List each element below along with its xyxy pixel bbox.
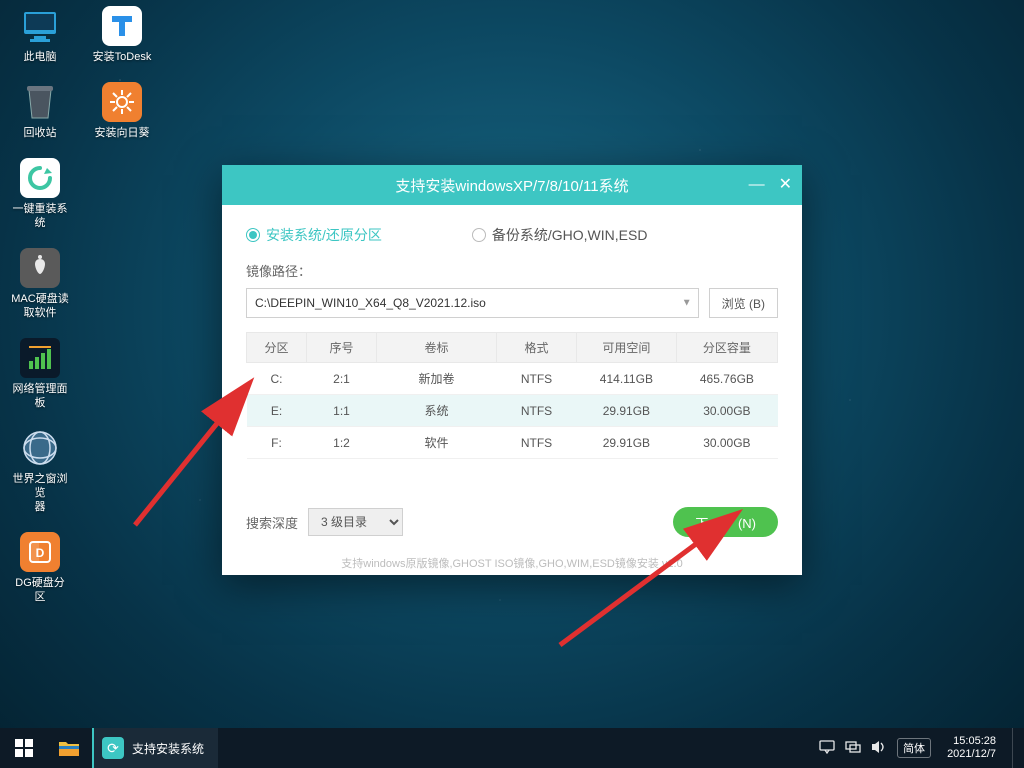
taskbar: ⟳ 支持安装系统 简体 15:05:28 2021/12/7: [0, 728, 1024, 768]
tray-action-center-icon[interactable]: [819, 740, 835, 757]
desktop-icon-label: 此电脑: [24, 50, 57, 64]
taskbar-app-icon: ⟳: [102, 737, 124, 759]
radio-label: 备份系统/GHO,WIN,ESD: [492, 225, 648, 245]
th-size: 分区容量: [676, 333, 777, 363]
tray-volume-icon[interactable]: [871, 740, 887, 757]
image-path-combo[interactable]: C:\DEEPIN_WIN10_X64_Q8_V2021.12.iso ▼: [246, 288, 699, 318]
table-row[interactable]: E: 1:1 系统 NTFS 29.91GB 30.00GB: [247, 395, 778, 427]
system-tray: 简体 15:05:28 2021/12/7: [819, 728, 1024, 768]
table-row[interactable]: F: 1:2 软件 NTFS 29.91GB 30.00GB: [247, 427, 778, 459]
dropdown-icon[interactable]: ▼: [682, 298, 692, 309]
table-row[interactable]: C: 2:1 新加卷 NTFS 414.11GB 465.76GB: [247, 363, 778, 395]
th-free: 可用空间: [577, 333, 677, 363]
desktop-icon-sunflower[interactable]: 安装向日葵: [92, 82, 152, 140]
desktop-icon-theworld-browser[interactable]: 世界之窗浏览 器: [10, 428, 70, 514]
window-title: 支持安装windowsXP/7/8/10/11系统: [395, 175, 628, 196]
table-header-row: 分区 序号 卷标 格式 可用空间 分区容量: [247, 333, 778, 363]
desktop-icon-this-pc[interactable]: 此电脑: [10, 6, 70, 64]
browse-button[interactable]: 浏览 (B): [709, 288, 778, 318]
desktop-icon-todesk[interactable]: 安装ToDesk: [92, 6, 152, 64]
desktop-icon-label: 安装向日葵: [95, 126, 150, 140]
minimize-button[interactable]: —: [749, 177, 765, 193]
taskbar-app-label: 支持安装系统: [132, 740, 204, 757]
image-path-value: C:\DEEPIN_WIN10_X64_Q8_V2021.12.iso: [255, 296, 486, 310]
radio-install-restore[interactable]: 安装系统/还原分区: [246, 225, 382, 245]
desktop-icon-dg-partition[interactable]: D DG硬盘分区: [10, 532, 70, 604]
installer-window: 支持安装windowsXP/7/8/10/11系统 — ✕ 安装系统/还原分区 …: [222, 165, 802, 575]
desktop-icon-network-panel[interactable]: 网络管理面板: [10, 338, 70, 410]
radio-label: 安装系统/还原分区: [266, 225, 382, 245]
image-path-label: 镜像路径：: [246, 261, 778, 280]
titlebar[interactable]: 支持安装windowsXP/7/8/10/11系统 — ✕: [222, 165, 802, 205]
tray-date: 2021/12/7: [947, 748, 996, 761]
desktop-icon-label: 一键重装系统: [10, 202, 70, 230]
th-volume: 卷标: [377, 333, 497, 363]
desktop-icon-label: 世界之窗浏览 器: [10, 472, 70, 514]
desktop-icon-label: 安装ToDesk: [93, 50, 152, 64]
support-text: 支持windows原版镜像,GHOST ISO镜像,GHO,WIM,ESD镜像安…: [246, 555, 778, 571]
th-index: 序号: [307, 333, 377, 363]
next-button[interactable]: 下一步 (N): [673, 507, 778, 537]
taskbar-app-installer[interactable]: ⟳ 支持安装系统: [92, 728, 218, 768]
svg-text:D: D: [36, 546, 45, 560]
desktop-icon-label: DG硬盘分区: [10, 576, 70, 604]
desktop-icon-recycle-bin[interactable]: 回收站: [10, 82, 70, 140]
desktop-icon-mac-disk[interactable]: MAC硬盘读 取软件: [10, 248, 70, 320]
show-desktop[interactable]: [1012, 728, 1018, 768]
desktop-icon-label: MAC硬盘读 取软件: [11, 292, 68, 320]
tray-network-icon[interactable]: [845, 740, 861, 757]
radio-backup[interactable]: 备份系统/GHO,WIN,ESD: [472, 225, 648, 245]
th-fs: 格式: [497, 333, 577, 363]
start-button[interactable]: [0, 728, 48, 768]
desktop: 此电脑 回收站 一键重装系统 MAC硬盘读 取软件 网络管理面板 世界之窗浏览 …: [10, 6, 152, 604]
search-depth-label: 搜索深度: [246, 513, 298, 532]
partition-table: 分区 序号 卷标 格式 可用空间 分区容量 C: 2:1 新加卷 NTFS 41…: [246, 332, 778, 459]
desktop-icon-label: 网络管理面板: [10, 382, 70, 410]
tray-time: 15:05:28: [947, 735, 996, 748]
tray-clock[interactable]: 15:05:28 2021/12/7: [941, 735, 1002, 761]
taskbar-file-explorer[interactable]: [48, 728, 90, 768]
search-depth-select[interactable]: 3 级目录: [308, 508, 403, 536]
th-partition: 分区: [247, 333, 307, 363]
radio-dot-icon: [246, 228, 260, 242]
close-button[interactable]: ✕: [779, 177, 792, 193]
tray-ime[interactable]: 简体: [897, 738, 931, 758]
radio-dot-icon: [472, 228, 486, 242]
desktop-icon-label: 回收站: [24, 126, 57, 140]
desktop-icon-reinstall-system[interactable]: 一键重装系统: [10, 158, 70, 230]
